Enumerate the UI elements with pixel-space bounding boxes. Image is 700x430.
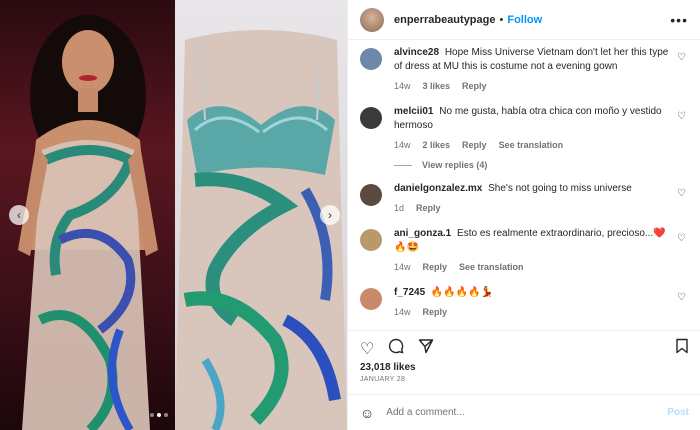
comments-list[interactable]: alvince28 Hope Miss Universe Vietnam don… xyxy=(348,40,700,328)
previous-image-button[interactable]: ‹ xyxy=(9,205,29,225)
comment-item: ani_gonza.1 Esto es realmente extraordin… xyxy=(360,227,688,272)
comment-item: danielgonzalez.mx She's not going to mis… xyxy=(360,182,688,213)
comment-text: She's not going to miss universe xyxy=(488,183,632,194)
comment-text: No me gusta, había otra chica con moño y… xyxy=(394,106,662,131)
carousel-dot xyxy=(150,413,154,417)
post-details-panel: enperrabeautypage • Follow ••• alvince28… xyxy=(347,0,700,430)
author-username[interactable]: enperrabeautypage xyxy=(394,14,495,26)
see-translation-link[interactable]: See translation xyxy=(499,140,564,150)
post-comment-button[interactable]: Post xyxy=(667,407,689,418)
comment-avatar[interactable] xyxy=(360,48,382,70)
heart-icon[interactable]: ♡ xyxy=(677,52,686,63)
comment-likes[interactable]: 3 likes xyxy=(423,81,451,91)
post-header: enperrabeautypage • Follow ••• xyxy=(348,0,700,40)
share-icon[interactable] xyxy=(418,338,434,359)
chevron-left-icon: ‹ xyxy=(17,208,21,222)
more-options-icon[interactable]: ••• xyxy=(670,12,688,28)
comment-age[interactable]: 14w xyxy=(394,140,411,150)
reply-button[interactable]: Reply xyxy=(462,81,487,91)
carousel-dot xyxy=(164,413,168,417)
comment-text: 🔥🔥🔥🔥💃 xyxy=(430,287,494,298)
comment-avatar[interactable] xyxy=(360,229,382,251)
comment-username[interactable]: f_7245 xyxy=(394,287,425,298)
comment-age[interactable]: 14w xyxy=(394,81,411,91)
comment-item: melcii01 No me gusta, había otra chica c… xyxy=(360,105,688,150)
reply-button[interactable]: Reply xyxy=(423,307,448,317)
comment-avatar[interactable] xyxy=(360,288,382,310)
add-comment-bar: ☺ Post xyxy=(348,394,700,430)
comment-input[interactable] xyxy=(386,407,668,418)
comment-avatar[interactable] xyxy=(360,184,382,206)
heart-icon[interactable]: ♡ xyxy=(360,339,374,359)
comment-item: f_7245 🔥🔥🔥🔥💃 14w Reply ♡ xyxy=(360,286,688,317)
heart-icon[interactable]: ♡ xyxy=(677,111,686,122)
follow-button[interactable]: Follow xyxy=(507,14,542,26)
post-date: JANUARY 28 xyxy=(360,376,406,383)
heart-icon[interactable]: ♡ xyxy=(677,233,686,244)
comment-username[interactable]: melcii01 xyxy=(394,106,433,117)
chevron-right-icon: › xyxy=(328,208,332,222)
view-replies-label: View replies (4) xyxy=(422,160,488,170)
separator-dot: • xyxy=(499,13,504,26)
next-image-button[interactable]: › xyxy=(320,205,340,225)
bookmark-icon[interactable] xyxy=(675,338,689,359)
carousel-indicator xyxy=(150,413,168,417)
comment-avatar[interactable] xyxy=(360,107,382,129)
heart-icon[interactable]: ♡ xyxy=(677,188,686,199)
reply-button[interactable]: Reply xyxy=(416,203,441,213)
heart-icon[interactable]: ♡ xyxy=(677,292,686,303)
comment-age[interactable]: 1d xyxy=(394,203,404,213)
reply-button[interactable]: Reply xyxy=(462,140,487,150)
comment-icon[interactable] xyxy=(388,338,404,359)
comment-age[interactable]: 14w xyxy=(394,262,411,272)
comment-username[interactable]: alvince28 xyxy=(394,47,439,58)
comment-age[interactable]: 14w xyxy=(394,307,411,317)
emoji-icon[interactable]: ☺ xyxy=(360,405,374,421)
view-replies-button[interactable]: View replies (4) xyxy=(394,160,688,170)
carousel-dot-active xyxy=(157,413,161,417)
like-count[interactable]: 23,018 likes xyxy=(360,362,416,373)
comment-likes[interactable]: 2 likes xyxy=(423,140,451,150)
reply-button[interactable]: Reply xyxy=(423,262,448,272)
reply-line-divider xyxy=(394,164,412,166)
post-media: ‹ › xyxy=(0,0,347,430)
avatar[interactable] xyxy=(360,7,384,32)
comment-username[interactable]: ani_gonza.1 xyxy=(394,228,451,239)
comment-username[interactable]: danielgonzalez.mx xyxy=(394,183,482,194)
see-translation-link[interactable]: See translation xyxy=(459,262,524,272)
post-actions-bar: ♡ xyxy=(348,330,700,359)
comment-item: alvince28 Hope Miss Universe Vietnam don… xyxy=(360,46,688,91)
